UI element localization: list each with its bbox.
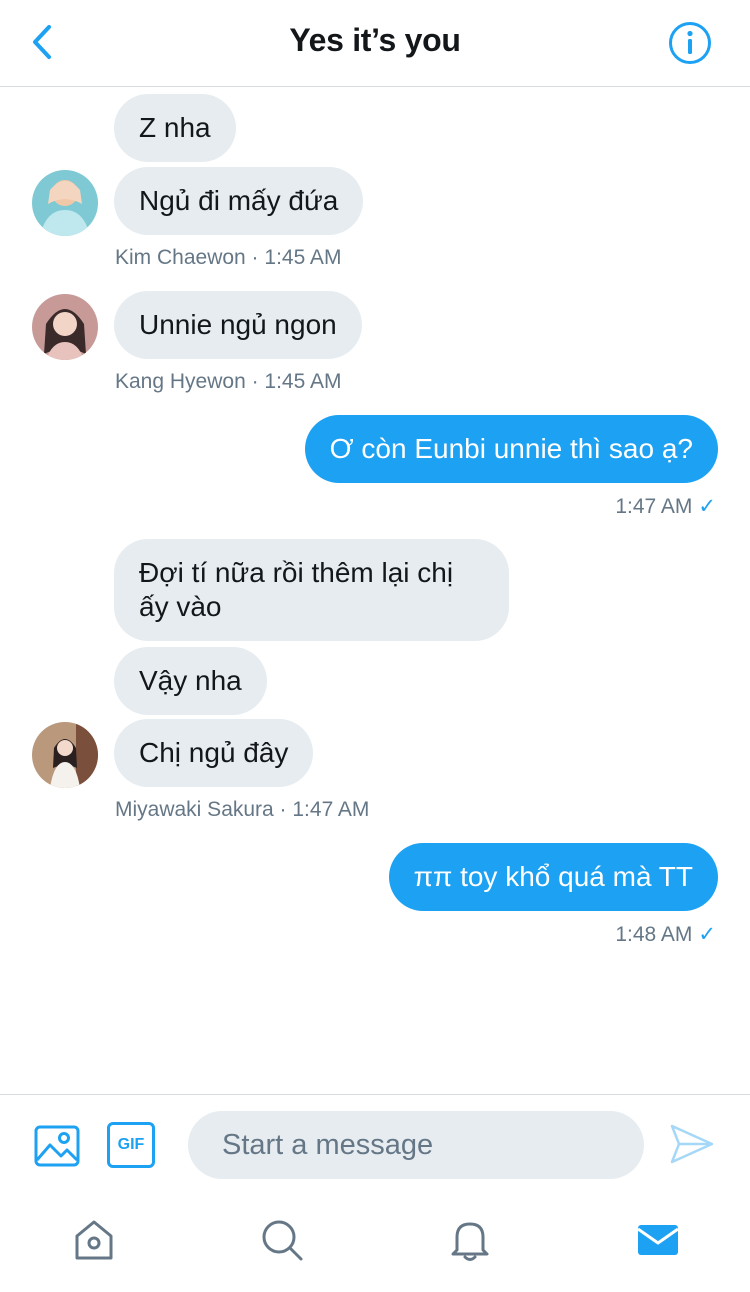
message-meta: Miyawaki Sakura · 1:47 AM xyxy=(115,798,370,821)
tab-search[interactable] xyxy=(258,1216,306,1264)
message-bubble-incoming[interactable]: Đợi tí nữa rồi thêm lại chị ấy vào xyxy=(114,539,509,641)
send-icon xyxy=(670,1124,714,1164)
conversation-title: Yes it’s you xyxy=(289,22,461,58)
messages-icon xyxy=(637,1225,679,1255)
add-gif-button[interactable]: GIF xyxy=(107,1122,155,1168)
conversation-header: Yes it’s you xyxy=(0,0,750,87)
message-bubble-incoming[interactable]: Z nha xyxy=(114,94,236,162)
sent-check-icon: ✓ xyxy=(698,923,716,946)
message-time: 1:48 AM xyxy=(615,923,693,946)
message-bubble-outgoing[interactable]: Ơ còn Eunbi unnie thì sao ạ? xyxy=(304,415,718,483)
home-icon xyxy=(75,1220,113,1260)
message-bubble-outgoing[interactable]: ππ toy khổ quá mà TT xyxy=(388,843,718,911)
sent-check-icon: ✓ xyxy=(698,495,716,518)
message-meta: Kang Hyewon · 1:45 AM xyxy=(115,370,342,393)
tab-messages[interactable] xyxy=(634,1216,682,1264)
add-image-button[interactable] xyxy=(33,1122,81,1170)
tab-home[interactable] xyxy=(70,1216,118,1264)
message-meta: 1:47 AM ✓ xyxy=(615,494,716,519)
avatar[interactable] xyxy=(32,294,98,360)
message-meta: 1:48 AM ✓ xyxy=(615,922,716,947)
message-bubble-incoming[interactable]: Vậy nha xyxy=(114,647,267,715)
info-icon xyxy=(669,22,711,64)
message-composer: GIF xyxy=(0,1094,750,1196)
message-meta: Kim Chaewon · 1:45 AM xyxy=(115,246,342,269)
message-bubble-incoming[interactable]: Unnie ngủ ngon xyxy=(114,291,362,359)
search-icon xyxy=(262,1220,303,1261)
send-button[interactable] xyxy=(668,1120,716,1168)
tab-notifications[interactable] xyxy=(446,1216,494,1264)
avatar[interactable] xyxy=(32,722,98,788)
message-bubble-incoming[interactable]: Ngủ đi mấy đứa xyxy=(114,167,364,235)
message-bubble-incoming[interactable]: Chị ngủ đây xyxy=(114,719,314,787)
avatar[interactable] xyxy=(32,170,98,236)
info-button[interactable] xyxy=(668,21,712,65)
image-icon xyxy=(34,1125,80,1167)
bottom-tab-bar xyxy=(0,1196,750,1292)
gif-label: GIF xyxy=(117,1136,145,1153)
message-input[interactable] xyxy=(188,1111,644,1179)
message-list[interactable]: Z nha Ngủ đi mấy đứa Kim Chaewon · 1:45 … xyxy=(0,88,750,1094)
notifications-icon xyxy=(451,1222,489,1261)
message-time: 1:47 AM xyxy=(615,495,693,518)
